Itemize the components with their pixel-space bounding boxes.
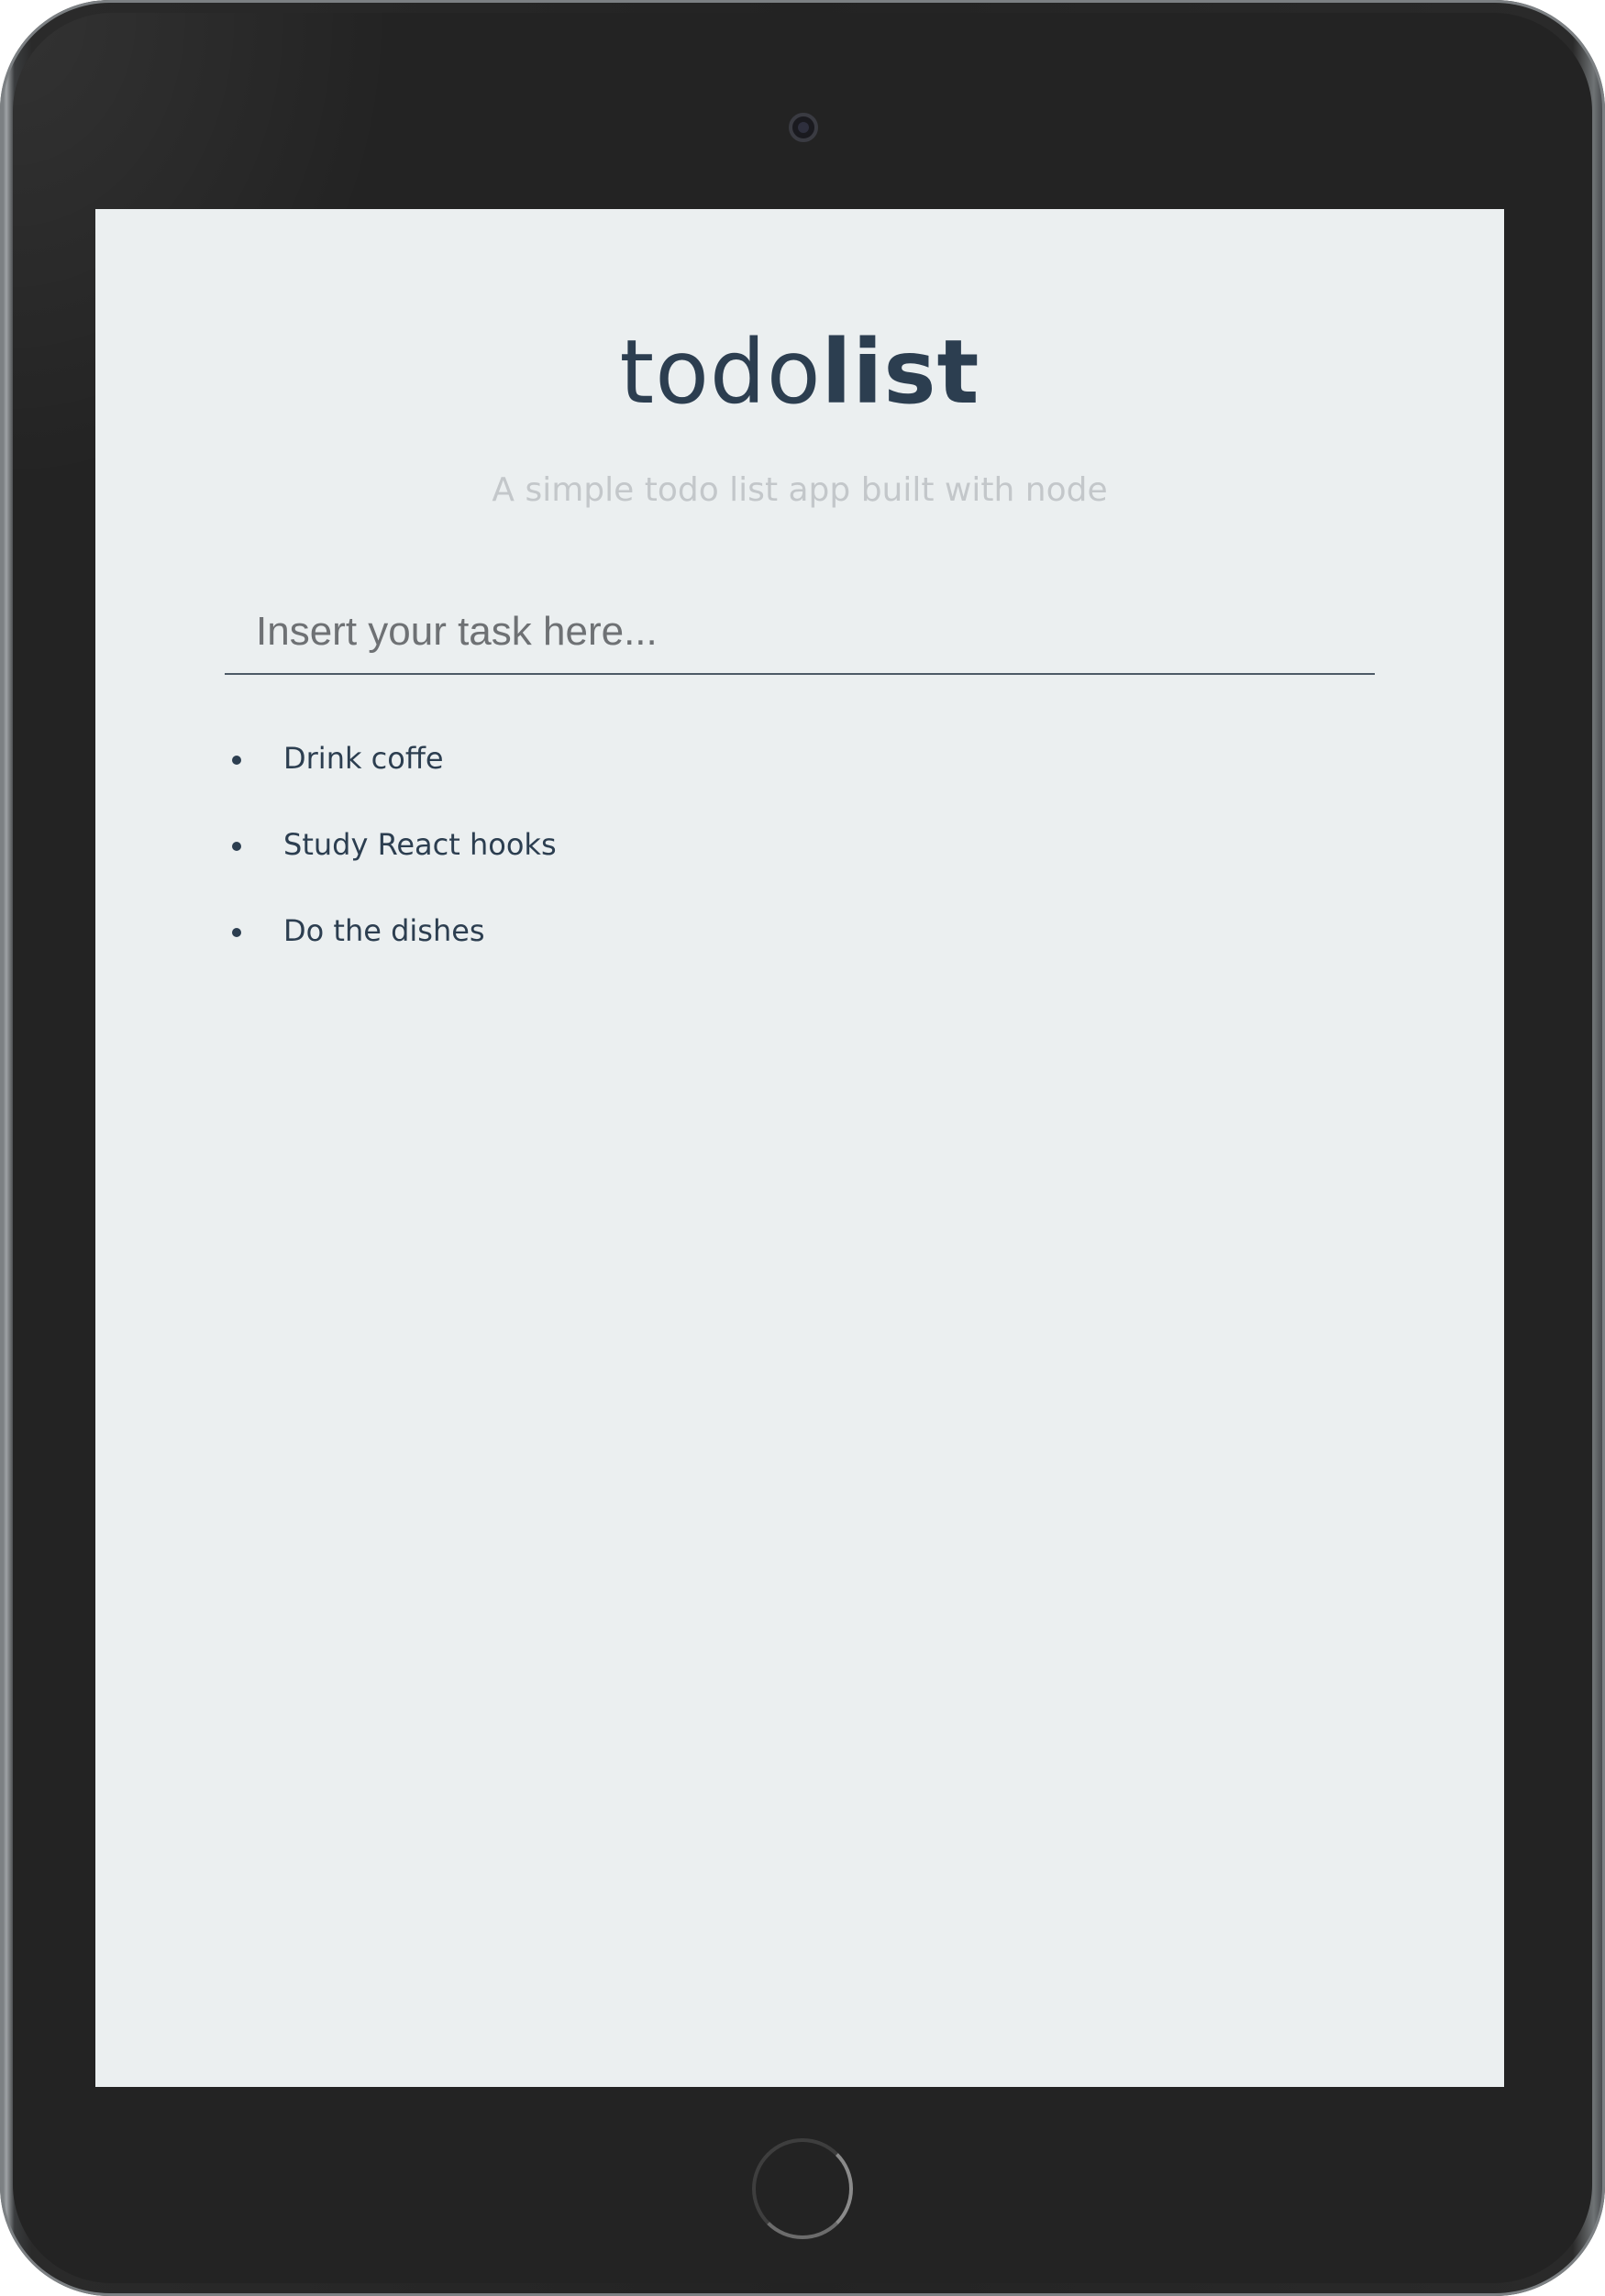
- todo-item-label: Do the dishes: [283, 913, 485, 948]
- todo-item-label: Drink coffe: [283, 741, 444, 776]
- todo-item-label: Study React hooks: [283, 827, 557, 862]
- todo-list: Drink coffe Study React hooks Do the dis…: [225, 715, 557, 974]
- home-button[interactable]: [752, 2138, 853, 2239]
- todo-item[interactable]: Study React hooks: [225, 801, 557, 888]
- brand-bold-text: list: [821, 321, 980, 424]
- bullet-icon: [232, 842, 241, 851]
- task-input[interactable]: [225, 591, 1375, 675]
- bullet-icon: [232, 928, 241, 937]
- brand-light-text: todo: [619, 321, 822, 424]
- app-screen: todolist A simple todo list app built wi…: [95, 209, 1504, 2087]
- app-logo-title: todolist: [95, 328, 1504, 416]
- bullet-icon: [232, 756, 241, 765]
- todo-item[interactable]: Drink coffe: [225, 715, 557, 801]
- todo-item[interactable]: Do the dishes: [225, 888, 557, 974]
- front-camera-icon: [789, 113, 818, 142]
- tablet-device-frame: todolist A simple todo list app built wi…: [0, 0, 1605, 2296]
- app-subtitle: A simple todo list app built with node: [492, 471, 1108, 509]
